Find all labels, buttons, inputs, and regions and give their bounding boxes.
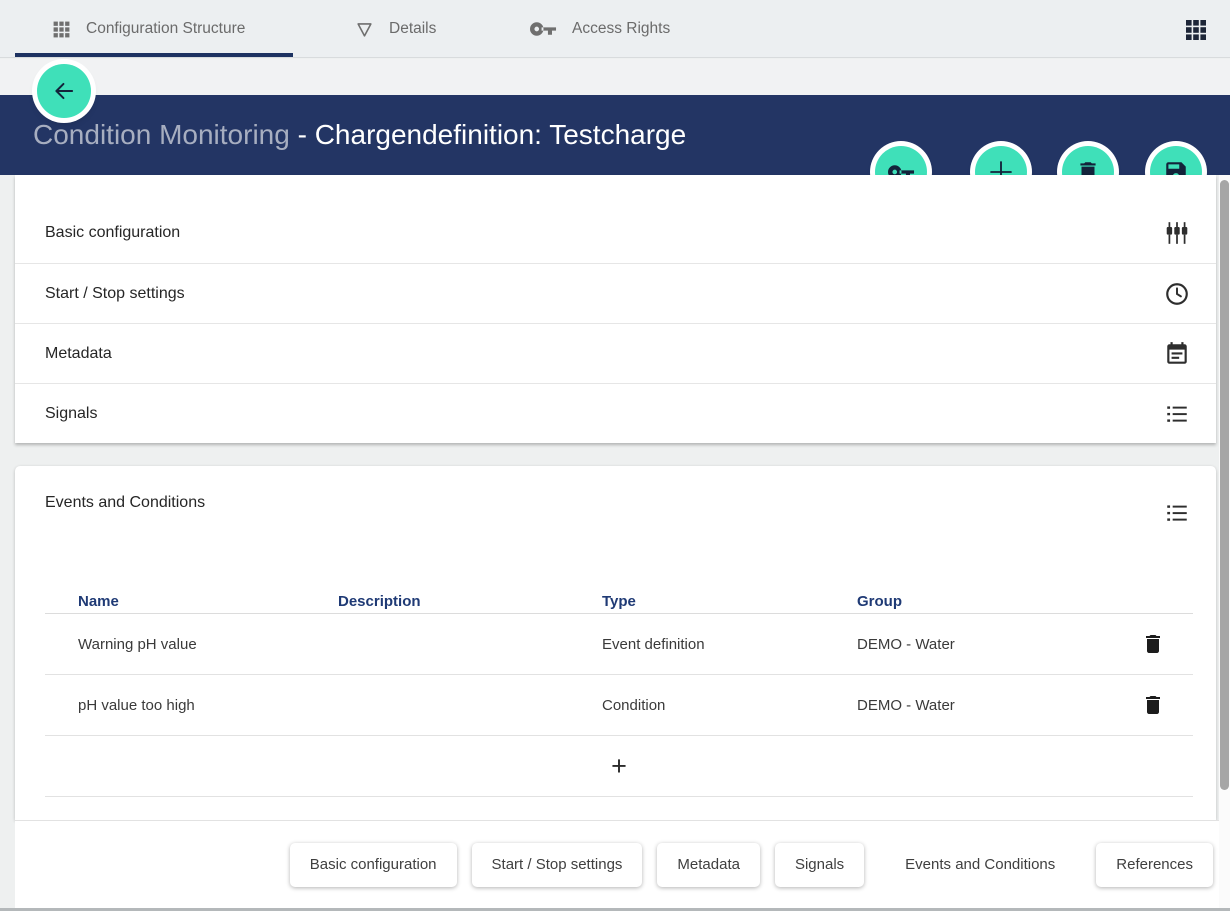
- events-section-title: Events and Conditions: [45, 494, 205, 511]
- active-tab-underline: [15, 53, 293, 57]
- section-signals[interactable]: Signals: [15, 383, 1216, 443]
- sliders-icon: [1164, 220, 1190, 246]
- column-header-type: Type: [602, 593, 857, 610]
- funnel-icon: [355, 20, 374, 39]
- nav-start-stop-settings-button[interactable]: Start / Stop settings: [472, 843, 643, 887]
- app-window: Configuration Structure Details Access R…: [0, 0, 1230, 911]
- cell-type: Condition: [602, 697, 857, 714]
- tab-label: Details: [389, 20, 436, 38]
- cell-name: Warning pH value: [78, 636, 338, 653]
- tab-details[interactable]: Details: [355, 0, 436, 58]
- events-table-header-row: Name Description Type Group: [45, 590, 1193, 614]
- table-row[interactable]: Warning pH value Event definition DEMO -…: [45, 614, 1193, 675]
- cell-group: DEMO - Water: [857, 697, 1137, 714]
- section-start-stop-settings[interactable]: Start / Stop settings: [15, 263, 1216, 323]
- tab-configuration-structure[interactable]: Configuration Structure: [52, 0, 245, 58]
- events-table: Name Description Type Group Warning pH v…: [45, 590, 1193, 797]
- table-row[interactable]: pH value too high Condition DEMO - Water: [45, 675, 1193, 736]
- apps-grid-icon[interactable]: [1184, 18, 1208, 42]
- page-title-prefix: Condition Monitoring: [33, 119, 298, 151]
- back-button[interactable]: [37, 64, 91, 118]
- row-delete-button[interactable]: [1141, 693, 1165, 717]
- nav-references-button[interactable]: References: [1096, 843, 1213, 887]
- column-header-description: Description: [338, 593, 602, 610]
- nav-events-and-conditions-button[interactable]: Events and Conditions: [879, 843, 1081, 887]
- plus-icon: +: [611, 751, 627, 782]
- scrollbar-thumb[interactable]: [1220, 180, 1229, 790]
- page-title: Condition Monitoring - Chargendefinition…: [33, 95, 686, 175]
- nav-metadata-button[interactable]: Metadata: [657, 843, 760, 887]
- arrow-left-icon: [51, 78, 77, 104]
- page-header: Condition Monitoring - Chargendefinition…: [0, 95, 1230, 175]
- section-label: Metadata: [45, 345, 112, 363]
- scrollbar-track: [1219, 175, 1230, 908]
- nav-signals-button[interactable]: Signals: [775, 843, 864, 887]
- section-basic-configuration[interactable]: Basic configuration: [15, 203, 1216, 263]
- events-and-conditions-card: Events and Conditions Name Description T…: [15, 466, 1216, 820]
- row-delete-button[interactable]: [1141, 632, 1165, 656]
- section-metadata[interactable]: Metadata: [15, 323, 1216, 383]
- page-title-main: - Chargendefinition: Testcharge: [298, 119, 687, 151]
- column-header-name: Name: [78, 593, 338, 610]
- grid-icon: [52, 20, 71, 39]
- toolbar-gap: [0, 59, 1230, 95]
- list-icon[interactable]: [1164, 500, 1190, 526]
- clock-icon: [1164, 281, 1190, 307]
- list-icon: [1164, 401, 1190, 427]
- column-header-group: Group: [857, 593, 1137, 610]
- calendar-icon: [1164, 341, 1190, 367]
- key-icon: [530, 19, 557, 39]
- add-event-row-button[interactable]: +: [45, 736, 1193, 797]
- top-tab-bar: Configuration Structure Details Access R…: [0, 0, 1230, 58]
- nav-basic-configuration-button[interactable]: Basic configuration: [290, 843, 457, 887]
- cell-type: Event definition: [602, 636, 857, 653]
- bottom-section-nav: Basic configuration Start / Stop setting…: [15, 820, 1230, 908]
- tab-label: Configuration Structure: [86, 20, 245, 38]
- cell-name: pH value too high: [78, 697, 338, 714]
- tab-access-rights[interactable]: Access Rights: [530, 0, 670, 58]
- section-label: Start / Stop settings: [45, 285, 185, 303]
- section-label: Signals: [45, 405, 97, 423]
- events-section-header: Events and Conditions: [15, 466, 1216, 512]
- tab-label: Access Rights: [572, 20, 670, 38]
- cell-group: DEMO - Water: [857, 636, 1137, 653]
- section-label: Basic configuration: [45, 224, 180, 242]
- configuration-sections-card: Basic configuration Start / Stop setting…: [15, 175, 1216, 443]
